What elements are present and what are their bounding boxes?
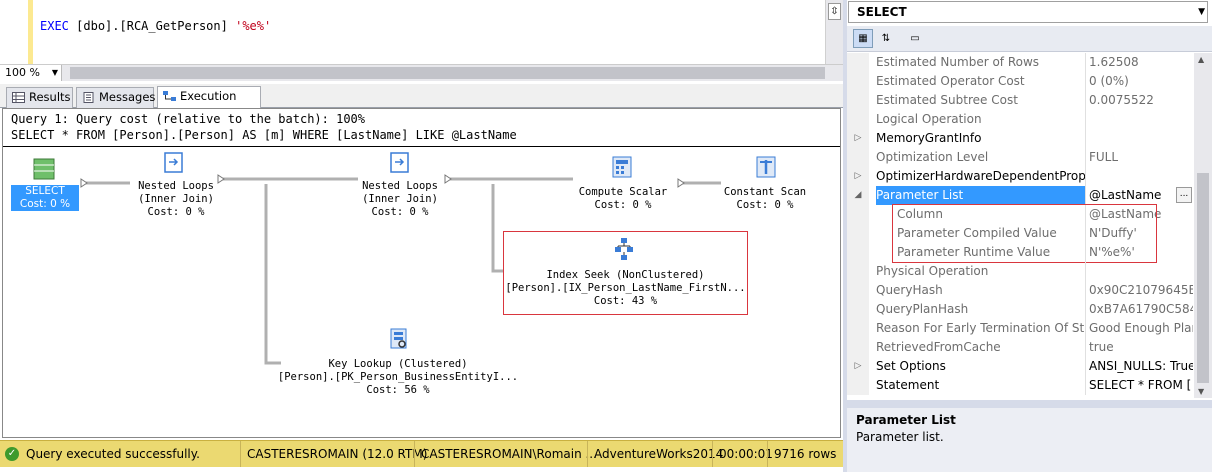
object-selector[interactable]: SELECT ▼ — [848, 1, 1208, 23]
property-row[interactable]: Estimated Subtree Cost 0.0075522 — [847, 91, 1194, 110]
status-bar: ✓ Query executed successfully. CASTERESR… — [0, 440, 843, 467]
index-seek-icon — [615, 238, 633, 260]
status-user: CASTERESROMAIN\Romain ... — [414, 441, 597, 467]
property-row-expandable[interactable]: ▷OptimizerHardwareDependentPropertie — [847, 167, 1194, 186]
status-database: AdventureWorks2014 — [587, 441, 723, 467]
property-row[interactable]: Physical Operation — [847, 262, 1194, 281]
scrollbar-thumb[interactable] — [1197, 173, 1209, 383]
document-icon — [83, 92, 94, 103]
tab-label: Messages — [99, 90, 156, 104]
sql-string: '%e%' — [235, 19, 272, 33]
sort-alphabetical-icon[interactable]: ⇅ — [876, 29, 896, 48]
horizontal-scrollbar[interactable] — [70, 67, 825, 79]
grid-icon — [12, 92, 25, 103]
tab-label: Results — [29, 90, 71, 104]
expand-icon[interactable]: ▷ — [847, 167, 869, 186]
tab-results[interactable]: Results — [6, 87, 73, 108]
ellipsis-button[interactable]: ... — [1176, 187, 1192, 203]
plan-node-nested-loops-2[interactable]: Nested Loops (Inner Join) Cost: 0 % — [345, 180, 455, 219]
scroll-up-icon[interactable]: ▲ — [1198, 55, 1204, 64]
sql-object: [dbo].[RCA_GetPerson] — [76, 19, 228, 33]
zoom-select[interactable]: 100 % ▼ — [0, 65, 62, 81]
status-row-count: 9716 rows — [767, 441, 836, 467]
description-text: Parameter list. — [856, 430, 944, 444]
execution-plan-icon — [163, 91, 176, 101]
query-editor[interactable]: EXEC [dbo].[RCA_GetPerson] '%e%' ⇳ — [0, 0, 843, 64]
sql-code-line[interactable]: EXEC [dbo].[RCA_GetPerson] '%e%' — [40, 19, 271, 33]
expand-icon[interactable]: ▷ — [847, 357, 869, 376]
status-server: CASTERESROMAIN (12.0 RTM) — [240, 441, 427, 467]
collapse-icon[interactable]: ◢ — [847, 186, 869, 205]
zoom-bar: 100 % ▼ — [0, 64, 843, 81]
description-title: Parameter List — [856, 413, 956, 427]
tab-execution-plan[interactable]: Execution plan — [157, 86, 261, 122]
status-elapsed-time: 00:00:01 — [712, 441, 773, 467]
property-row[interactable]: Estimated Operator Cost 0 (0%) — [847, 72, 1194, 91]
tab-messages[interactable]: Messages — [76, 87, 156, 108]
property-row[interactable]: QueryHash0x90C21079645E49A — [847, 281, 1194, 300]
property-row[interactable]: Reason For Early Termination Of StatemGo… — [847, 319, 1194, 338]
property-row[interactable]: Optimization Level FULL — [847, 148, 1194, 167]
results-tabs: Results Messages Execution plan — [0, 84, 843, 122]
nested-loops-icon — [164, 152, 183, 173]
property-row[interactable]: Statement SELECT * FROM [ — [847, 376, 1194, 395]
property-grid[interactable]: Estimated Number of Rows 1.62508 Estimate… — [847, 53, 1194, 398]
property-row-expandable[interactable]: ▷ MemoryGrantInfo — [847, 129, 1194, 148]
property-grid-scrollbar[interactable]: ▲ ▼ — [1194, 53, 1212, 398]
property-row[interactable]: Estimated Number of Rows 1.62508 — [847, 53, 1194, 72]
query-window: EXEC [dbo].[RCA_GetPerson] '%e%' ⇳ 100 %… — [0, 0, 843, 472]
properties-toolbar: ▦ ⇅ ▭ — [847, 26, 1212, 52]
plan-node-nested-loops-1[interactable]: Nested Loops (Inner Join) Cost: 0 % — [121, 180, 231, 219]
compute-scalar-icon — [612, 156, 632, 178]
description-pane: Parameter List Parameter list. — [847, 408, 1212, 472]
plan-node-key-lookup[interactable]: Key Lookup (Clustered) [Person].[PK_Perso… — [273, 358, 523, 397]
editor-vertical-scrollbar[interactable]: ⇳ — [825, 0, 843, 64]
property-row[interactable]: RetrievedFromCache true — [847, 338, 1194, 357]
scroll-down-icon[interactable]: ▼ — [1198, 387, 1204, 396]
property-row[interactable]: Logical Operation — [847, 110, 1194, 129]
expand-icon[interactable]: ▷ — [847, 129, 869, 148]
categorized-icon[interactable]: ▦ — [853, 29, 873, 48]
properties-window: SELECT ▼ ▦ ⇅ ▭ Estimated Number of Rows 1.… — [847, 0, 1212, 472]
property-row-expandable[interactable]: ▷ Set Options ANSI_NULLS: True, — [847, 357, 1194, 376]
constant-scan-icon — [756, 156, 776, 178]
chevron-down-icon: ▼ — [1198, 7, 1205, 17]
nested-loops-icon — [390, 152, 409, 173]
change-tracking-bar — [28, 0, 33, 64]
parameter-values-highlight — [892, 204, 1157, 263]
plan-node-compute-scalar[interactable]: Compute Scalar Cost: 0 % — [568, 186, 678, 212]
chevron-down-icon: ▼ — [51, 68, 58, 77]
property-row[interactable]: QueryPlanHash0xB7A61790C584FC — [847, 300, 1194, 319]
execution-plan-canvas[interactable]: Query 1: Query cost (relative to the bat… — [2, 108, 841, 438]
sql-keyword: EXEC — [40, 19, 69, 33]
select-operator-icon — [33, 158, 55, 180]
property-row-parameter-list[interactable]: ◢ Parameter List @LastName... — [847, 186, 1194, 205]
check-icon: ✓ — [5, 447, 19, 461]
key-lookup-icon — [390, 328, 407, 349]
status-message: Query executed successfully. — [26, 447, 200, 461]
property-pages-icon[interactable]: ▭ — [905, 29, 925, 48]
plan-node-index-seek[interactable]: Index Seek (NonClustered) [Person].[IX_Pe… — [505, 269, 746, 308]
editor-gutter — [0, 0, 28, 64]
pane-splitter[interactable] — [847, 400, 1212, 408]
plan-node-select[interactable]: SELECT Cost: 0 % — [11, 185, 79, 211]
plan-node-constant-scan[interactable]: Constant Scan Cost: 0 % — [710, 186, 820, 212]
split-icon[interactable]: ⇳ — [828, 3, 841, 20]
